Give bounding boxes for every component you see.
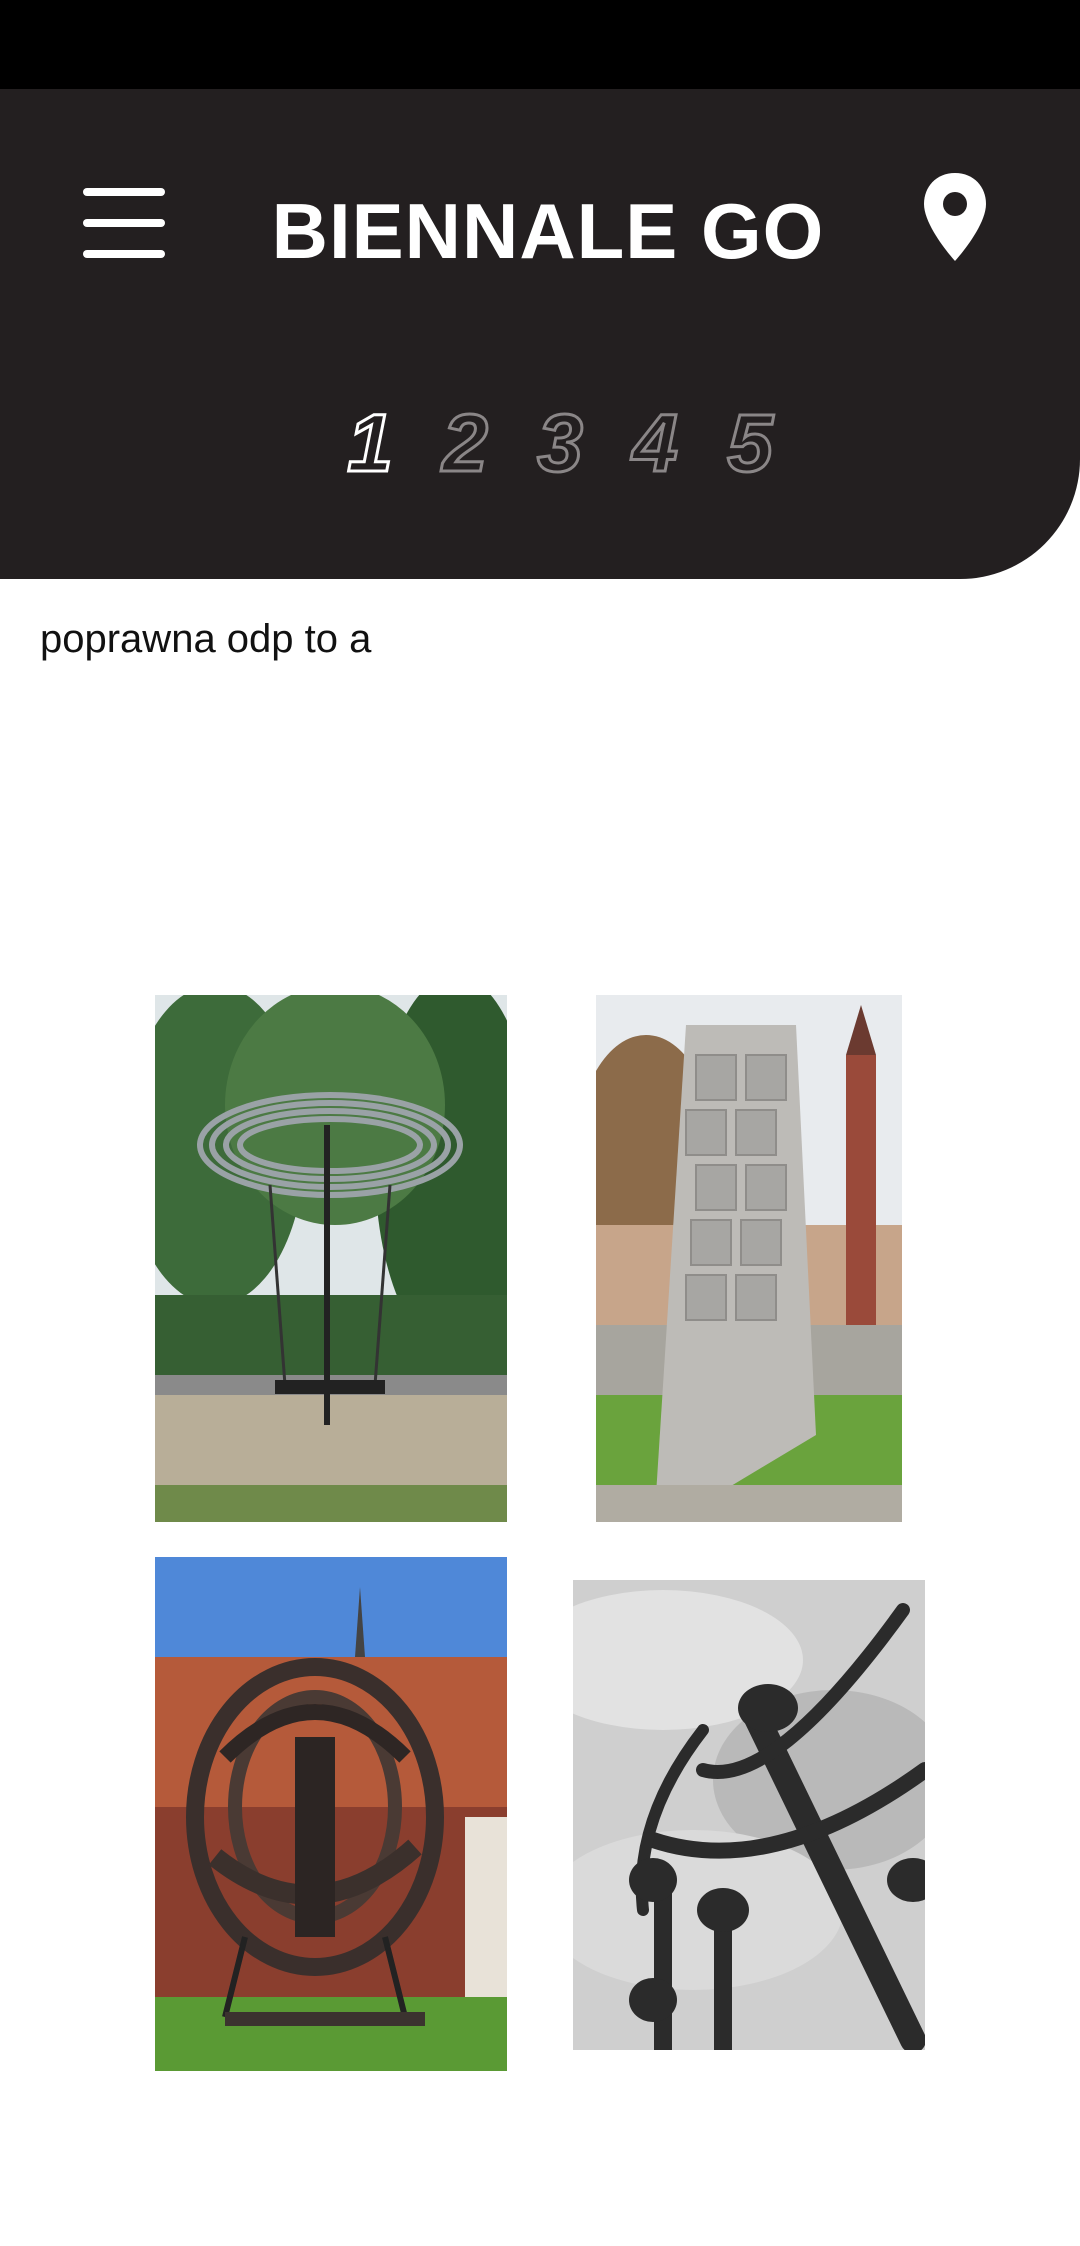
map-button[interactable] xyxy=(920,169,990,265)
answer-d-image[interactable] xyxy=(573,1580,925,2050)
status-bar xyxy=(0,0,1080,89)
hamburger-menu-icon-bar xyxy=(83,219,165,227)
ring-sculpture-photo xyxy=(155,995,507,1522)
menu-button[interactable] xyxy=(72,175,176,271)
step-2[interactable]: 2 xyxy=(425,389,505,499)
hamburger-menu-icon xyxy=(83,188,165,196)
answer-a-image[interactable] xyxy=(155,995,507,1522)
step-5[interactable]: 5 xyxy=(710,389,790,499)
map-pin-icon xyxy=(924,173,986,261)
question-step-indicator: 1 2 3 4 5 xyxy=(330,389,790,499)
answer-b-image[interactable] xyxy=(596,995,902,1522)
question-text: poprawna odp to a xyxy=(40,617,372,661)
rusted-head-sculpture-photo xyxy=(155,1557,507,2071)
hamburger-menu-icon-bar xyxy=(83,250,165,258)
panel-tower-sculpture-photo xyxy=(596,995,902,1522)
answer-c-image[interactable] xyxy=(155,1557,507,2071)
app-header: BIENNALE GO 1 2 3 4 5 xyxy=(0,89,1080,579)
step-3[interactable]: 3 xyxy=(520,389,600,499)
step-1[interactable]: 1 xyxy=(330,389,410,499)
black-arcs-sculpture-photo xyxy=(573,1580,925,2050)
app-title: BIENNALE GO xyxy=(271,187,825,275)
step-4[interactable]: 4 xyxy=(615,389,695,499)
